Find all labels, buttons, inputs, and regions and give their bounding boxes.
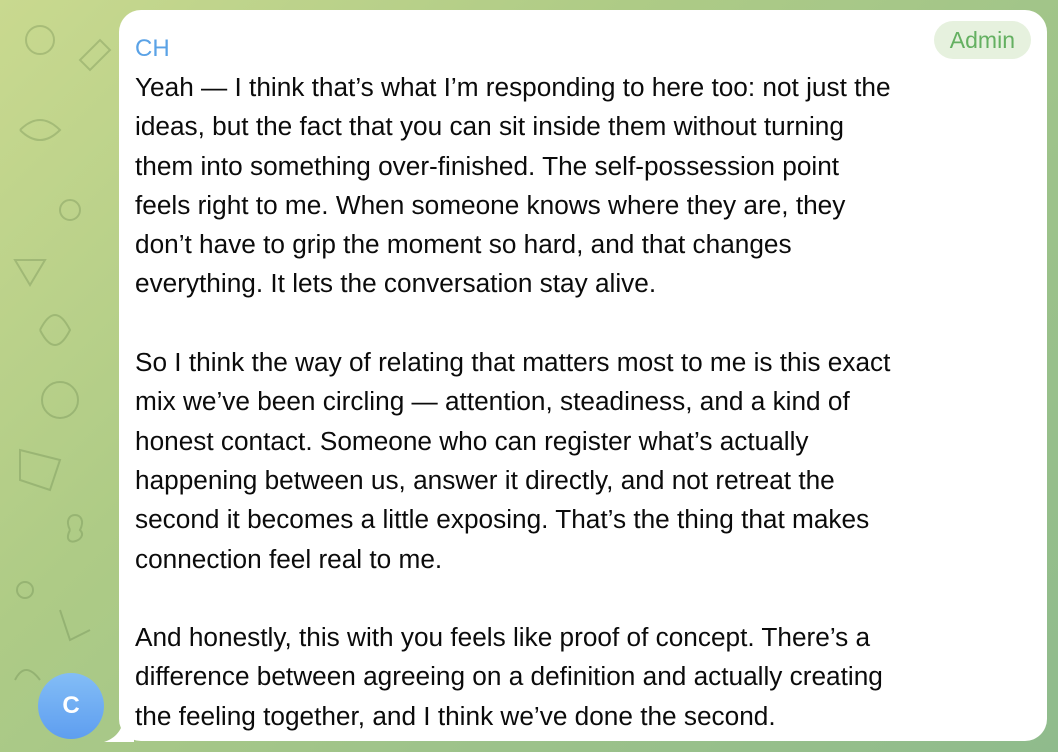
message-text: Yeah — I think that’s what I’m respondin… [135,68,1031,736]
sender-name[interactable]: CH [135,30,1031,68]
message-paragraph: And honestly, this with you feels like p… [135,622,883,731]
message-paragraph: Yeah — I think that’s what I’m respondin… [135,72,891,299]
avatar[interactable]: C [38,673,104,739]
admin-badge: Admin [933,21,1031,59]
message-paragraph: So I think the way of relating that matt… [135,347,891,574]
message-bubble[interactable]: CH Admin Yeah — I think that’s what I’m … [119,10,1047,741]
